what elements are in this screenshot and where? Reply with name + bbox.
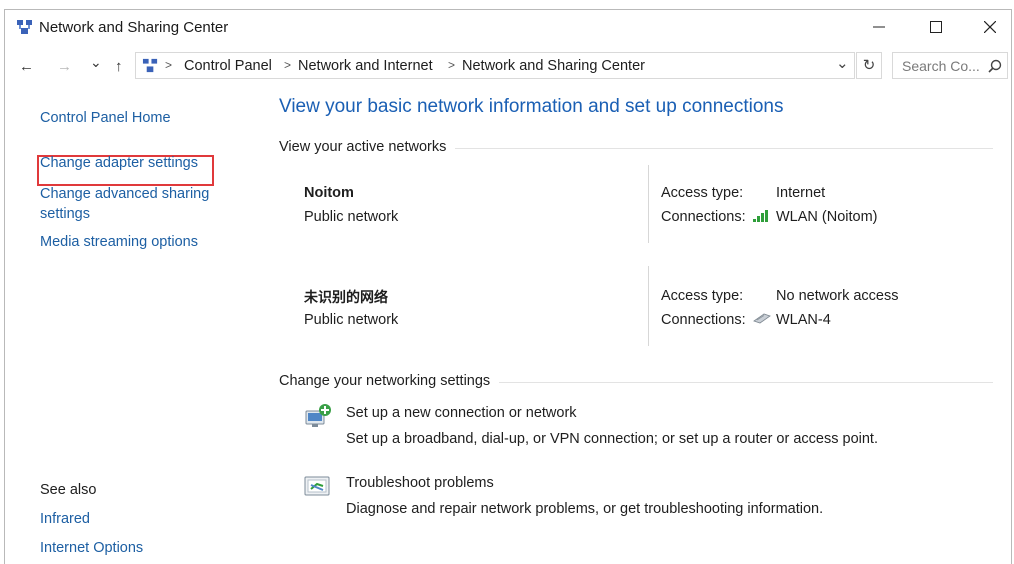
breadcrumb-separator: > (165, 58, 173, 72)
page-heading: View your basic network information and … (279, 96, 784, 117)
sidebar-change-advanced-sharing-settings[interactable]: Change advanced sharing settings (40, 184, 220, 224)
network-name: 未识别的网络 (304, 290, 388, 306)
search-icon[interactable] (988, 59, 1002, 73)
minimize-icon (873, 26, 885, 28)
access-type-value: No network access (776, 288, 899, 304)
maximize-icon (930, 21, 942, 33)
network-adapter-icon (753, 313, 771, 324)
breadcrumb-control-panel[interactable]: Control Panel (184, 58, 272, 74)
breadcrumb-network-sharing-center[interactable]: Network and Sharing Center (462, 58, 645, 74)
close-button[interactable] (967, 10, 1013, 44)
forward-button[interactable]: → (57, 58, 72, 75)
breadcrumb-network-internet[interactable]: Network and Internet (298, 58, 433, 74)
network-category: Public network (304, 312, 399, 328)
access-type-value: Internet (776, 185, 826, 201)
connections-label: Connections: (661, 312, 746, 328)
address-bar[interactable]: > Control Panel > Network and Internet >… (135, 52, 855, 79)
setup-connection-link[interactable]: Set up a new connection or network (346, 405, 577, 421)
divider (648, 266, 649, 346)
search-input[interactable]: Search Co... (902, 58, 980, 74)
network-center-breadcrumb-icon (142, 58, 158, 73)
see-also-label: See also (40, 482, 97, 498)
sidebar-internet-options[interactable]: Internet Options (40, 540, 143, 556)
sidebar-control-panel-home[interactable]: Control Panel Home (40, 110, 171, 126)
setup-connection-description: Set up a broadband, dial-up, or VPN conn… (346, 431, 878, 447)
connections-label: Connections: (661, 209, 746, 225)
search-box[interactable]: Search Co... (892, 52, 1008, 79)
troubleshoot-icon (304, 476, 330, 496)
sidebar-infrared[interactable]: Infrared (40, 511, 90, 527)
minimize-button[interactable] (856, 10, 902, 44)
divider (455, 148, 993, 149)
sidebar-media-streaming-options[interactable]: Media streaming options (40, 234, 198, 250)
network-name: Noitom (304, 185, 354, 201)
close-icon (984, 21, 996, 33)
address-dropdown-button[interactable]: ⌄ (836, 54, 849, 72)
wifi-signal-icon (753, 210, 768, 222)
network-sharing-center-window: Network and Sharing Center ← → ⌄ ↑ > Con… (4, 9, 1012, 564)
network-center-app-icon (17, 20, 32, 34)
change-settings-label: Change your networking settings (279, 373, 491, 389)
connection-link-wlan-4[interactable]: WLAN-4 (776, 312, 831, 328)
new-connection-icon (305, 404, 331, 427)
sidebar-change-adapter-settings[interactable]: Change adapter settings (40, 155, 198, 171)
window-title: Network and Sharing Center (39, 19, 229, 36)
active-networks-label: View your active networks (279, 139, 447, 155)
divider (499, 382, 993, 383)
troubleshoot-description: Diagnose and repair network problems, or… (346, 501, 824, 517)
maximize-button[interactable] (913, 10, 959, 44)
troubleshoot-link[interactable]: Troubleshoot problems (346, 475, 494, 491)
back-button[interactable]: ← (19, 58, 34, 75)
breadcrumb-separator: > (448, 58, 456, 72)
divider (648, 165, 649, 243)
breadcrumb-separator: > (284, 58, 292, 72)
access-type-label: Access type: (661, 185, 744, 201)
up-button[interactable]: ↑ (115, 58, 123, 75)
network-category: Public network (304, 209, 399, 225)
refresh-button[interactable]: ↻ (856, 52, 882, 79)
connection-link-wlan-noitom[interactable]: WLAN (Noitom) (776, 209, 878, 225)
recent-locations-button[interactable]: ⌄ (90, 54, 102, 71)
access-type-label: Access type: (661, 288, 744, 304)
